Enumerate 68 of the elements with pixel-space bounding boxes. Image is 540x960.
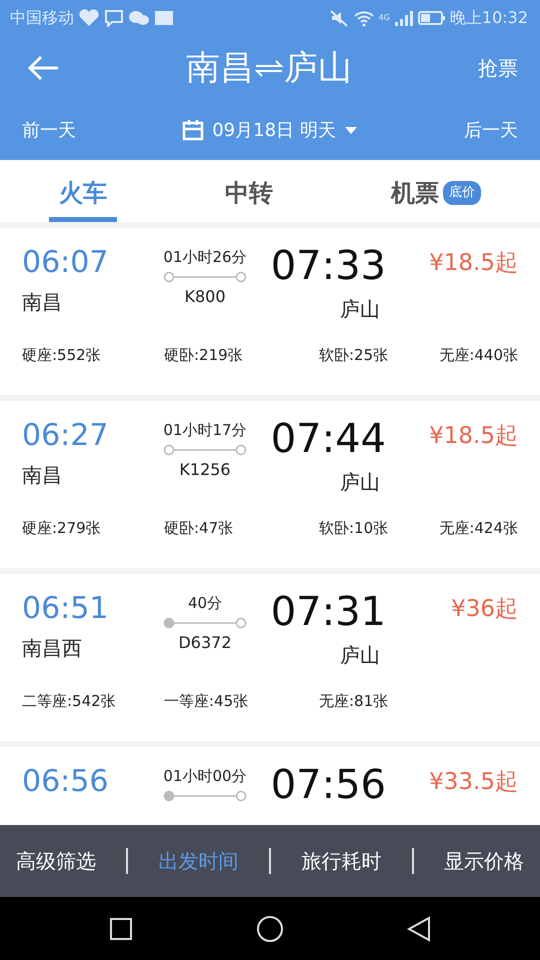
departure-time: 06:56 <box>22 765 110 798</box>
back-button[interactable] <box>26 54 60 82</box>
ticket-price: ¥33.5起 <box>428 768 518 797</box>
seat-availability: 一等座:45张 <box>164 691 250 712</box>
trip-duration: 01小时00分 <box>162 766 248 787</box>
seat-availability: 硬座:552张 <box>22 345 102 366</box>
departure-station: 南昌 <box>22 462 63 489</box>
seat-availability: 硬卧:219张 <box>164 345 244 366</box>
arrival-station: 庐山 <box>339 296 381 323</box>
seat-availability: 无座:440张 <box>439 345 518 366</box>
arrival-time: 07:56 <box>270 765 387 805</box>
seat-availability: 软卧:10张 <box>319 518 390 539</box>
tab[interactable]: 火车 <box>49 169 117 222</box>
ticket-price: ¥18.5起 <box>428 422 518 451</box>
seat-availability: 软卧:25张 <box>319 345 390 366</box>
departure-time: 06:07 <box>22 246 110 279</box>
seat-availability: 无座:81张 <box>319 691 390 712</box>
seat-availability: 二等座:542张 <box>22 691 117 712</box>
chat-icon <box>104 9 124 27</box>
wifi-icon <box>352 9 375 27</box>
clock-time: 晚上10:32 <box>450 7 528 29</box>
train-card[interactable]: 06:07 南昌 01小时26分 K800 07:33 庐山 ¥18.5起 硬座:552张 硬卧:219张 软卧:25张 无座:440张 <box>0 228 540 395</box>
mail-icon <box>154 10 174 26</box>
tab[interactable]: 机票 底价 <box>381 169 491 222</box>
price-tag: 底价 <box>443 181 481 205</box>
battery-icon <box>418 10 446 26</box>
sort-option[interactable]: 高级筛选 <box>4 846 108 876</box>
departure-station: 南昌西 <box>22 635 83 662</box>
home-icon[interactable] <box>256 914 284 942</box>
heart-icon <box>78 9 100 27</box>
swap-icon <box>254 58 284 78</box>
train-card[interactable]: 06:27 南昌 01小时17分 K1256 07:44 庐山 ¥18.5起 硬座:279张 硬卧:47张 软卧:10张 无座:424张 <box>0 401 540 568</box>
trip-duration: 40分 <box>186 593 224 614</box>
dropdown-caret-icon <box>344 125 358 135</box>
departure-time: 06:51 <box>22 592 110 625</box>
ticket-price: ¥18.5起 <box>428 249 518 278</box>
trip-duration: 01小时17分 <box>162 420 248 441</box>
arrival-station: 庐山 <box>339 642 381 669</box>
seat-availability: 硬卧:47张 <box>164 518 234 539</box>
sort-option[interactable]: 显示价格 <box>432 846 536 876</box>
departure-station: 南昌 <box>22 289 63 316</box>
sort-option[interactable]: 旅行耗时 <box>289 846 394 876</box>
ticket-price: ¥36起 <box>450 595 518 624</box>
train-card[interactable]: 06:56 01小时00分 07:56 ¥33.5起 <box>0 747 540 825</box>
origin-city: 南昌 <box>186 46 254 90</box>
tab[interactable]: 中转 <box>215 169 283 222</box>
chat-bubbles-icon <box>128 9 150 27</box>
arrival-time: 07:33 <box>270 246 387 286</box>
destination-city: 庐山 <box>284 46 352 90</box>
mute-icon <box>328 9 349 27</box>
arrival-time: 07:44 <box>270 419 387 459</box>
calendar-icon <box>182 119 204 141</box>
signal-icon <box>394 9 414 27</box>
seat-availability: 无座:424张 <box>439 518 518 539</box>
train-number: D6372 <box>177 632 233 654</box>
train-card[interactable]: 06:51 南昌西 40分 D6372 07:31 庐山 ¥36起 二等座:542张 一等座:45张 无座:81张 <box>0 574 540 741</box>
trip-duration: 01小时26分 <box>162 247 248 268</box>
departure-time: 06:27 <box>22 419 110 452</box>
seat-availability: 硬座:279张 <box>22 518 102 539</box>
arrival-time: 07:31 <box>270 592 387 632</box>
train-number: K1256 <box>178 458 232 480</box>
arrival-station: 庐山 <box>339 469 381 496</box>
back-icon[interactable] <box>406 916 431 942</box>
carrier-name: 中国移动 <box>10 7 74 29</box>
train-number: K800 <box>183 286 227 308</box>
back-icon <box>26 54 60 82</box>
network-label: 4G <box>378 12 390 24</box>
recent-apps-icon[interactable] <box>109 916 134 940</box>
